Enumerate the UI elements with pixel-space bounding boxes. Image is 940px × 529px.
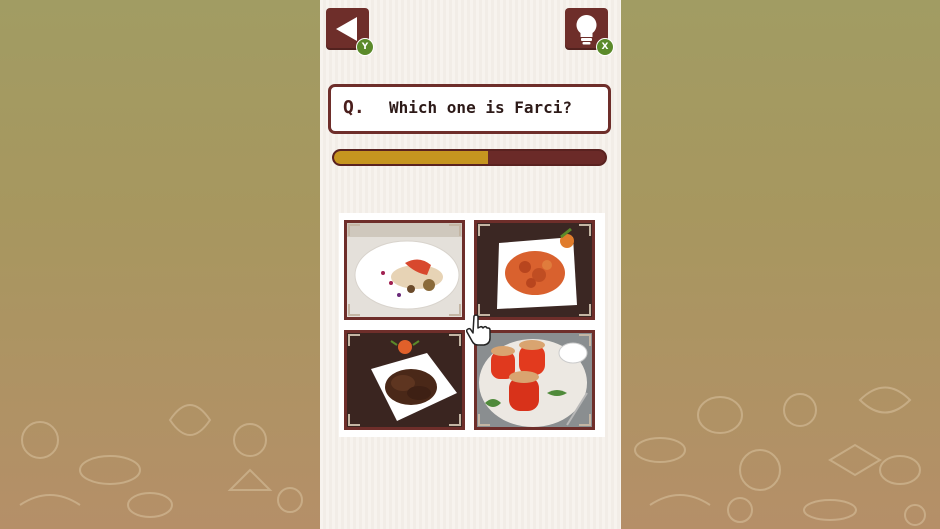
braised-meat-dish <box>347 333 462 427</box>
stuffed-peppers-dish <box>477 333 592 427</box>
question-text: Which one is Farci? <box>389 98 573 117</box>
plated-fish-dish <box>347 223 462 317</box>
hotkey-badge-x: X <box>596 38 614 56</box>
answer-option-3[interactable] <box>344 330 465 430</box>
hand-pointer-icon <box>466 314 491 346</box>
square-plate-stew-dish <box>477 223 592 317</box>
answer-option-1[interactable] <box>344 220 465 320</box>
question-prefix: Q. <box>343 97 365 118</box>
progress-bar-fill <box>334 151 489 164</box>
question-box: Q. Which one is Farci? <box>328 84 611 134</box>
answer-option-2[interactable] <box>474 220 595 320</box>
hotkey-badge-y: Y <box>356 38 374 56</box>
progress-bar <box>332 149 607 166</box>
